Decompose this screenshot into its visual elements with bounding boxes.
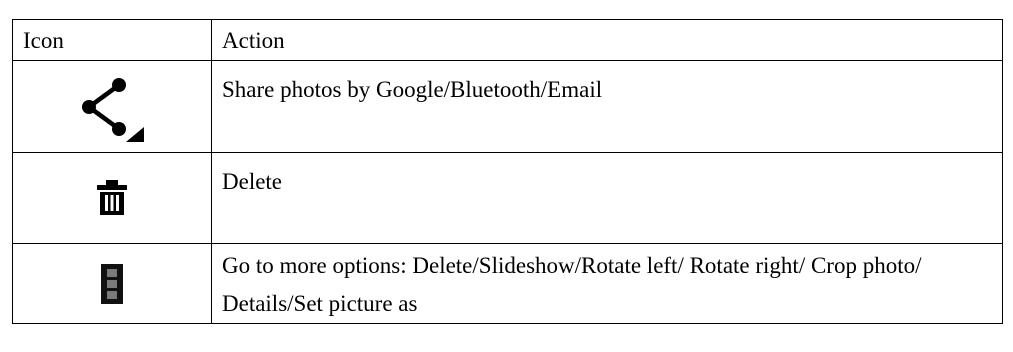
icon-action-table: Icon Action Share photos by Google/Bluet… <box>12 19 1003 324</box>
icon-column-header: Icon <box>12 19 212 61</box>
action-column-header: Action <box>211 19 1003 61</box>
trash-icon <box>97 180 127 215</box>
action-cell: Delete <box>211 152 1003 244</box>
icon-cell <box>12 152 212 244</box>
action-cell: Go to more options: Delete/Slideshow/Rot… <box>211 243 1003 324</box>
table-header-row: Icon Action <box>12 19 1003 61</box>
table-row: Delete <box>12 152 1003 244</box>
overflow-menu-icon <box>101 263 123 304</box>
table-row: Go to more options: Delete/Slideshow/Rot… <box>12 243 1003 324</box>
icon-cell <box>12 60 212 153</box>
action-cell: Share photos by Google/Bluetooth/Email <box>211 60 1003 153</box>
icon-cell <box>12 243 212 324</box>
share-icon <box>82 77 144 142</box>
table-row: Share photos by Google/Bluetooth/Email <box>12 60 1003 153</box>
